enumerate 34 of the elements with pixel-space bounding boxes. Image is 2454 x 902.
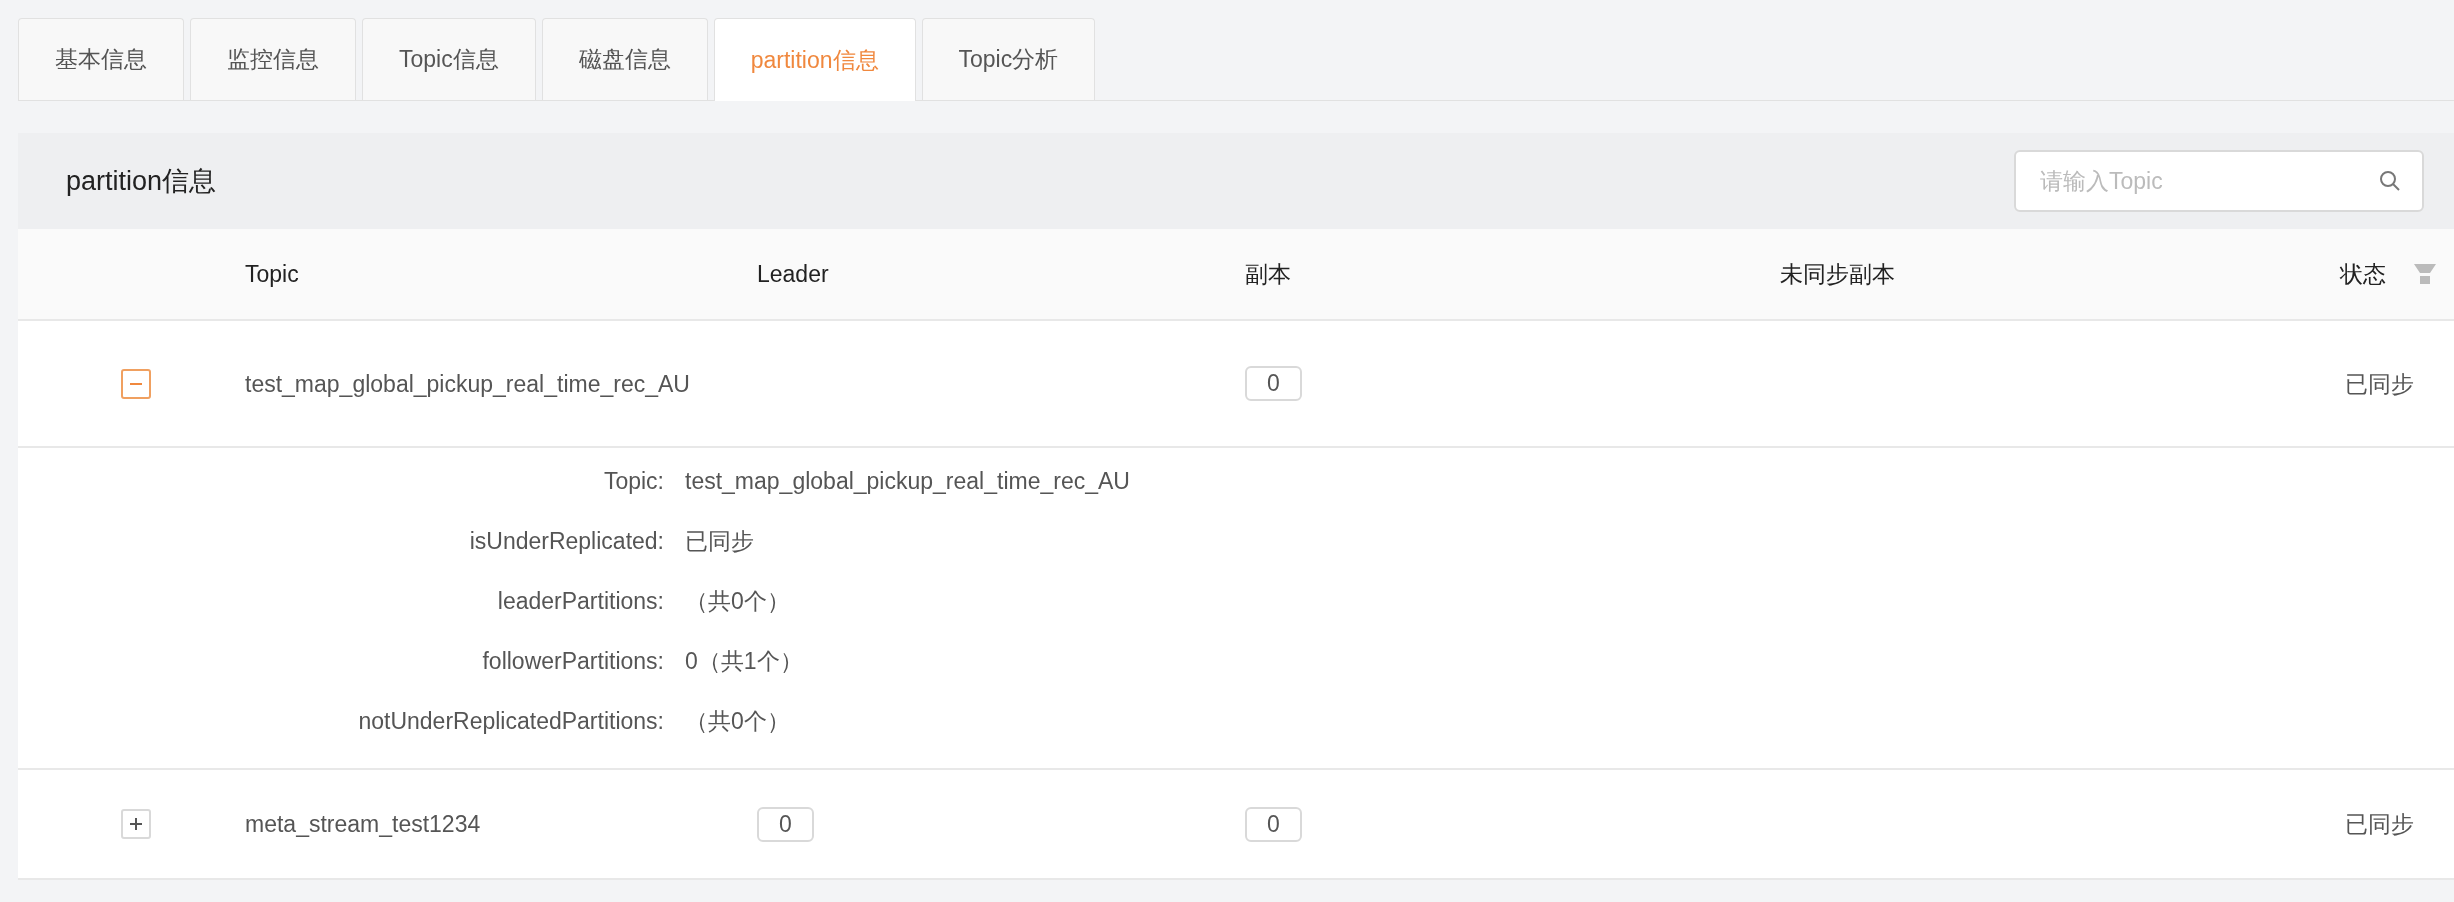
- detail-value: 已同步: [685, 527, 755, 556]
- status-text: 已同步: [2345, 810, 2414, 839]
- table-cell-text: test_map_global_pickup_real_time_rec_AU: [245, 369, 691, 399]
- search-icon[interactable]: [2378, 169, 2402, 193]
- detail-value: （共0个）: [685, 707, 791, 736]
- plus-icon: [130, 818, 142, 830]
- detail-value: 0（共1个）: [685, 647, 804, 676]
- expand-toggle[interactable]: [121, 809, 151, 839]
- column-header: 状态: [2340, 259, 2386, 289]
- tab[interactable]: 基本信息: [18, 18, 184, 100]
- search-field[interactable]: 请输入Topic: [2014, 150, 2424, 212]
- detail-label: followerPartitions:: [481, 647, 664, 676]
- detail-label: isUnderReplicated:: [468, 527, 664, 556]
- detail-value: （共0个）: [685, 587, 791, 616]
- expand-toggle[interactable]: [121, 368, 151, 399]
- count-tag: 0: [757, 806, 814, 842]
- detail-label: notUnderReplicatedPartitions:: [357, 707, 664, 736]
- tab[interactable]: Topic信息: [362, 18, 536, 100]
- column-header: Topic: [244, 260, 300, 288]
- column-header: Leader: [757, 260, 830, 288]
- count-tag: 0: [1245, 366, 1302, 401]
- column-header: 未同步副本: [1780, 259, 1896, 289]
- panel-title: partition信息: [66, 165, 217, 198]
- tab[interactable]: 磁盘信息: [541, 18, 708, 100]
- table-cell-text: meta_stream_test1234: [245, 810, 482, 839]
- detail-label: leaderPartitions:: [496, 587, 664, 616]
- status-text: 已同步: [2345, 369, 2414, 399]
- detail-label: Topic:: [602, 467, 664, 496]
- minus-icon: [130, 382, 142, 385]
- detail-value: test_map_global_pickup_real_time_rec_AU: [685, 467, 1131, 496]
- column-header: 副本: [1245, 259, 1292, 289]
- count-tag: 0: [1245, 806, 1302, 842]
- tab[interactable]: Topic分析: [921, 18, 1096, 100]
- tab[interactable]: 监控信息: [190, 18, 356, 100]
